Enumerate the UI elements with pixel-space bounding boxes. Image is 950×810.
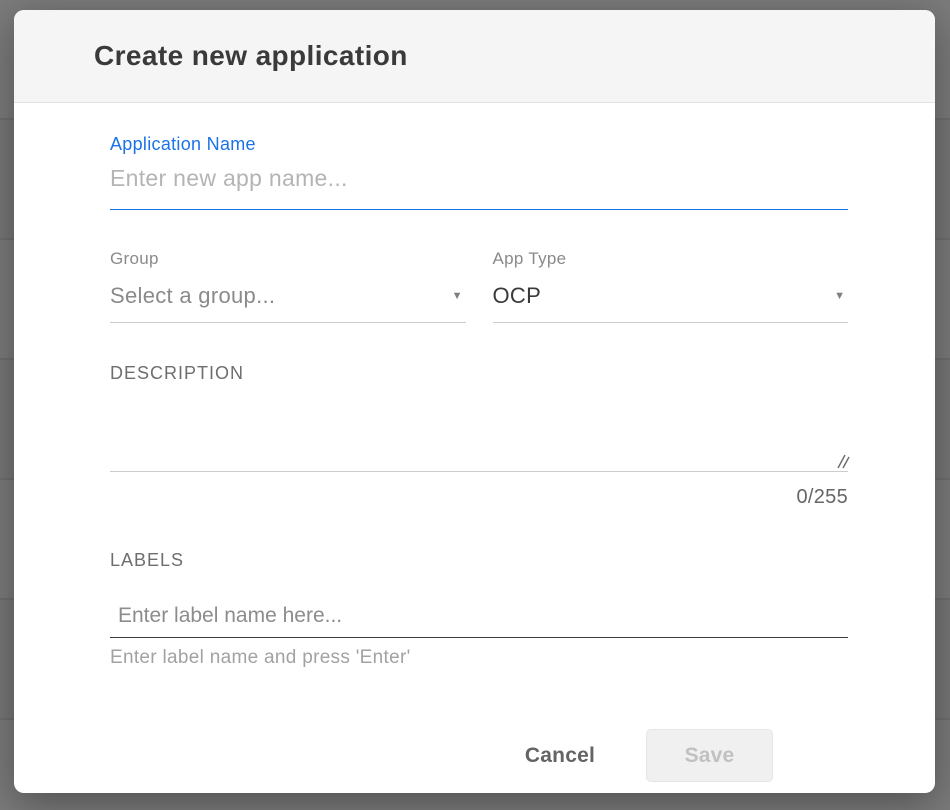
- group-selected-value: Select a group...: [110, 283, 275, 309]
- group-select[interactable]: Select a group... ▼: [110, 283, 466, 323]
- group-apptype-row: Group Select a group... ▼ App Type OCP ▼: [110, 249, 848, 323]
- app-type-label: App Type: [493, 249, 849, 269]
- application-name-label: Application Name: [110, 134, 848, 155]
- dialog-header: Create new application: [14, 10, 935, 103]
- app-type-select[interactable]: OCP ▼: [493, 283, 849, 323]
- save-button[interactable]: Save: [646, 729, 773, 782]
- dialog-title: Create new application: [94, 40, 408, 72]
- description-textarea[interactable]: [110, 384, 848, 472]
- description-label: DESCRIPTION: [110, 363, 848, 384]
- labels-label: LABELS: [110, 550, 848, 571]
- description-char-counter: 0/255: [110, 486, 848, 509]
- caret-down-icon: ▼: [452, 291, 463, 302]
- group-field: Group Select a group... ▼: [110, 249, 466, 323]
- application-name-field: Application Name: [110, 134, 848, 210]
- labels-helper-text: Enter label name and press 'Enter': [110, 647, 848, 669]
- dialog-body: Application Name Group Select a group...…: [14, 103, 935, 782]
- group-label: Group: [110, 249, 466, 269]
- application-name-input[interactable]: [110, 165, 848, 210]
- create-application-dialog: Create new application Application Name …: [14, 10, 935, 793]
- labels-field: LABELS Enter label name and press 'Enter…: [110, 550, 848, 669]
- description-field: DESCRIPTION 0/255: [110, 363, 848, 509]
- label-name-input[interactable]: [110, 604, 848, 638]
- description-textarea-wrap: [110, 384, 848, 472]
- dialog-footer: Cancel Save: [110, 729, 848, 782]
- app-type-selected-value: OCP: [493, 283, 542, 309]
- app-type-field: App Type OCP ▼: [493, 249, 849, 323]
- cancel-button[interactable]: Cancel: [525, 744, 595, 768]
- caret-down-icon: ▼: [834, 291, 845, 302]
- resize-handle-icon[interactable]: [834, 454, 850, 469]
